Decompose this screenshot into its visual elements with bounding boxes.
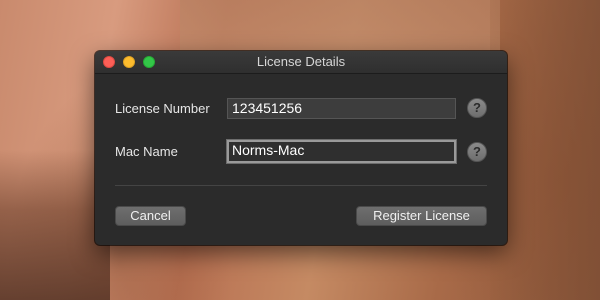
divider (115, 185, 487, 186)
register-license-button[interactable]: Register License (356, 206, 487, 226)
cancel-button[interactable]: Cancel (115, 206, 186, 226)
license-number-field[interactable]: 123451256 (227, 98, 456, 119)
window-title: License Details (256, 54, 346, 69)
license-number-help-icon[interactable]: ? (467, 98, 487, 118)
mac-name-help-icon[interactable]: ? (467, 142, 487, 162)
wallpaper-rock-left (0, 150, 110, 300)
license-number-label: License Number (115, 101, 210, 116)
mac-name-label: Mac Name (115, 144, 178, 159)
title-bar[interactable]: License Details (95, 51, 507, 74)
mac-name-field[interactable]: Norms-Mac (227, 140, 456, 163)
license-details-window: License Details License Number 123451256… (95, 51, 507, 245)
